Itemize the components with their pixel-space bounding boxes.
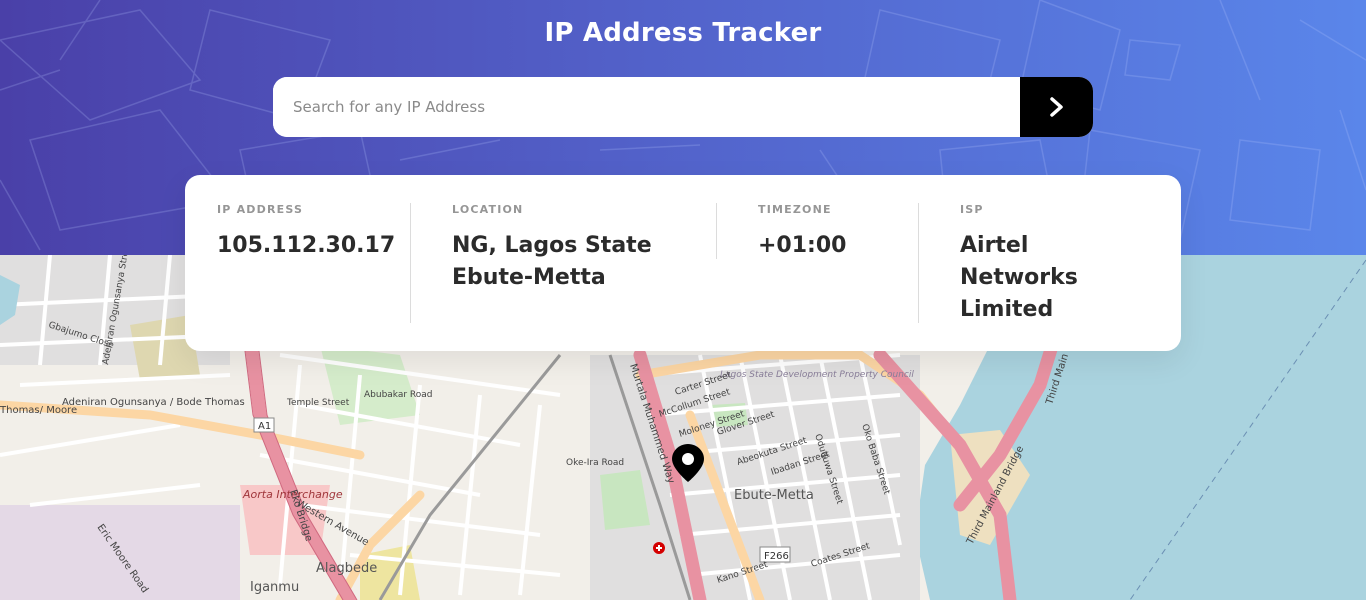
map-label-temple: Temple Street	[286, 398, 350, 408]
timezone-label: Timezone	[758, 203, 832, 216]
map-label-oke-ira: Oke-Ira Road	[566, 458, 624, 468]
map-label-lagos-council: Lagos State Development Property Council	[720, 370, 914, 380]
isp-block: ISP Airtel Networks Limited	[960, 203, 1110, 326]
search-bar	[273, 77, 1093, 137]
map-label-ebute: Ebute-Metta	[734, 488, 814, 503]
isp-value: Airtel Networks Limited	[960, 233, 1078, 322]
location-label: Location	[452, 203, 524, 216]
map-label-abubakar: Abubakar Road	[364, 390, 433, 400]
ip-search-input[interactable]	[273, 77, 1020, 137]
chevron-right-icon	[1049, 97, 1063, 117]
ip-info-panel: IP Address 105.112.30.17 Location NG, La…	[185, 175, 1181, 351]
location-pin-icon[interactable]	[670, 443, 706, 483]
map-label-f266: F266	[764, 551, 789, 562]
map-label-iganmu: Iganmu	[250, 580, 299, 595]
location-block: Location NG, Lagos State Ebute-Metta	[452, 203, 657, 294]
timezone-value: +01:00	[758, 233, 847, 258]
map-label-thomas-moore: Thomas/ Moore	[0, 405, 77, 416]
map-label-a1: A1	[258, 421, 271, 432]
isp-label: ISP	[960, 203, 984, 216]
divider	[716, 203, 717, 259]
map-label-adeniran: Adeniran Ogunsanya / Bode Thomas	[62, 397, 245, 408]
divider	[410, 203, 411, 323]
ip-address-value: 105.112.30.17	[217, 233, 396, 258]
search-submit-button[interactable]	[1020, 77, 1093, 137]
divider	[918, 203, 919, 323]
ip-address-label: IP Address	[217, 203, 304, 216]
location-value: NG, Lagos State Ebute-Metta	[452, 233, 652, 290]
ip-address-block: IP Address 105.112.30.17	[217, 203, 407, 262]
map-label-alagbede: Alagbede	[316, 561, 377, 576]
page-title: IP Address Tracker	[544, 18, 822, 48]
timezone-block: Timezone +01:00	[758, 203, 908, 262]
